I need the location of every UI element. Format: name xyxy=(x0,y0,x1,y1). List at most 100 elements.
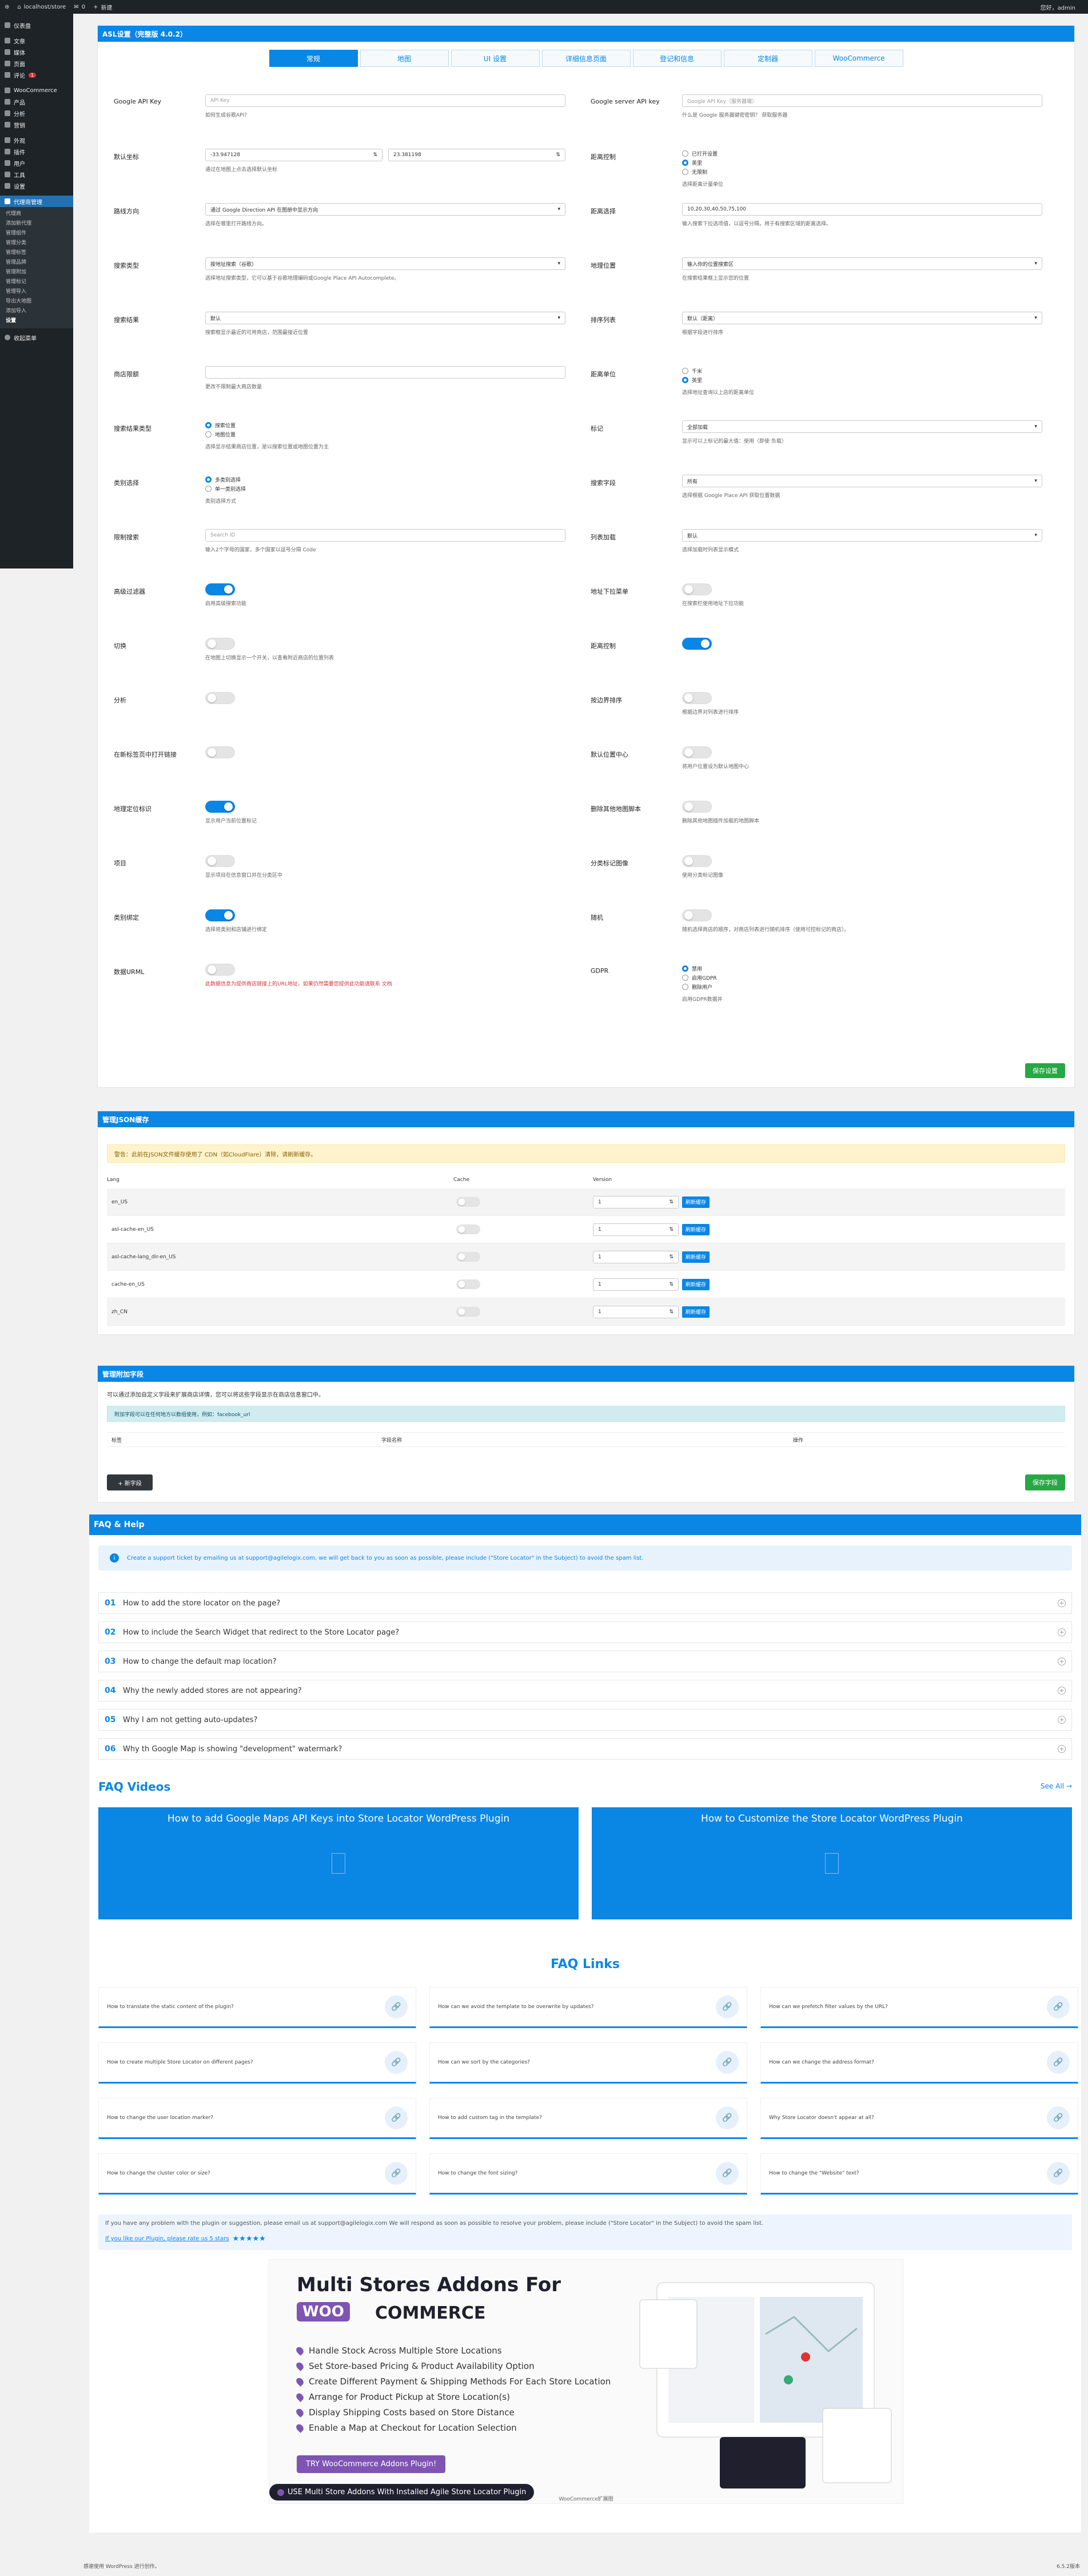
comments-link[interactable]: ✉ 0 xyxy=(74,4,85,10)
text-input[interactable]: Google API Key（服务器端） xyxy=(682,94,1042,107)
refresh-cache-button[interactable]: 刷新缓存 xyxy=(682,1278,710,1290)
submenu-item[interactable]: 管理标签 xyxy=(0,248,73,258)
site-name-link[interactable]: ⌂ localhost/store xyxy=(17,4,66,10)
save-fields-button[interactable]: 保存字段 xyxy=(1025,1474,1065,1490)
version-input[interactable]: 1 ⇅ xyxy=(593,1195,679,1209)
radio-option[interactable]: 已打开设置 xyxy=(682,149,1042,158)
select-dropdown[interactable]: 按地址搜索（谷歌） ▾ xyxy=(205,257,565,270)
faq-link-card[interactable]: How can we change the address format? 🔗 xyxy=(760,2042,1078,2084)
faq-link-card[interactable]: How can we sort by the categories? 🔗 xyxy=(429,2042,747,2084)
faq-link-card[interactable]: How can we avoid the template to be over… xyxy=(429,1987,747,2028)
menu-analytics[interactable]: 分析 xyxy=(0,108,73,119)
submenu-item[interactable]: 添加新代理 xyxy=(0,219,73,229)
rating-stars[interactable]: ★★★★★ xyxy=(233,2235,266,2243)
submenu-item[interactable]: 管理组件 xyxy=(0,229,73,238)
select-dropdown[interactable]: 输入你的位置搜索区 ▾ xyxy=(682,257,1042,270)
account-menu[interactable]: 您好，admin xyxy=(1041,3,1075,11)
submenu-item[interactable]: 代理商 xyxy=(0,209,73,219)
toggle-switch[interactable] xyxy=(205,855,235,867)
faq-link-card[interactable]: How to change the cluster color or size?… xyxy=(98,2153,416,2195)
radio-option[interactable]: 千米 xyxy=(682,366,1042,375)
menu-plugins[interactable]: 插件 xyxy=(0,146,73,157)
menu-pages[interactable]: 页面 xyxy=(0,58,73,69)
faq-link-card[interactable]: How to change the font sizing? 🔗 xyxy=(429,2153,747,2195)
collapse-menu-button[interactable]: 收起菜单 xyxy=(0,332,73,343)
faq-item[interactable]: 05 Why I am not getting auto-updates? + xyxy=(98,1709,1072,1731)
radio-button[interactable] xyxy=(682,150,688,157)
toggle-switch[interactable] xyxy=(682,746,712,758)
radio-button[interactable] xyxy=(205,476,212,483)
refresh-cache-button[interactable]: 刷新缓存 xyxy=(682,1196,710,1208)
radio-option[interactable]: 启用GDPR xyxy=(682,973,1042,982)
tab-ui[interactable]: UI 设置 xyxy=(451,50,540,67)
new-content-link[interactable]: + 新建 xyxy=(93,3,112,11)
radio-button[interactable] xyxy=(682,367,688,374)
submenu-item[interactable]: 管理导入 xyxy=(0,287,73,297)
cache-toggle[interactable] xyxy=(456,1279,480,1289)
latitude-input[interactable]: -33.947128 ⇅ xyxy=(205,149,382,161)
faq-link-card[interactable]: How to change the "Website" text? 🔗 xyxy=(760,2153,1078,2195)
radio-option[interactable]: 单一类别选择 xyxy=(205,484,565,493)
rate-plugin-link[interactable]: If you like our Plugin, please rate us 5… xyxy=(105,2236,229,2242)
select-dropdown[interactable]: 通过 Google Direction API 在图册中显示方向 ▾ xyxy=(205,203,565,216)
radio-button[interactable] xyxy=(682,974,688,981)
toggle-switch[interactable] xyxy=(205,583,235,595)
see-all-link[interactable]: See All → xyxy=(1041,1782,1072,1790)
cache-toggle[interactable] xyxy=(456,1197,480,1207)
faq-link-card[interactable]: How to add custom tag in the template? 🔗 xyxy=(429,2098,747,2139)
radio-option[interactable]: 删除用户 xyxy=(682,982,1042,991)
toggle-switch[interactable] xyxy=(682,855,712,867)
text-input[interactable]: 10,20,30,40,50,75,100 xyxy=(682,203,1042,216)
menu-posts[interactable]: 文章 xyxy=(0,35,73,46)
radio-button[interactable] xyxy=(205,431,212,438)
longitude-input[interactable]: 23.381198 ⇅ xyxy=(388,149,565,161)
refresh-cache-button[interactable]: 刷新缓存 xyxy=(682,1251,710,1263)
radio-button[interactable] xyxy=(205,422,212,428)
menu-products[interactable]: 产品 xyxy=(0,96,73,108)
menu-store-locator[interactable]: 代理商管理 xyxy=(0,196,73,207)
faq-item[interactable]: 04 Why the newly added stores are not app… xyxy=(98,1680,1072,1702)
radio-option[interactable]: 英里 xyxy=(682,158,1042,167)
cache-toggle[interactable] xyxy=(456,1307,480,1317)
menu-appearance[interactable]: 外观 xyxy=(0,134,73,146)
toggle-switch[interactable] xyxy=(682,638,712,650)
select-dropdown[interactable]: 所有 ▾ xyxy=(682,475,1042,487)
refresh-cache-button[interactable]: 刷新缓存 xyxy=(682,1223,710,1235)
faq-link-card[interactable]: How to translate the static content of t… xyxy=(98,1987,416,2028)
toggle-switch[interactable] xyxy=(205,909,235,921)
version-input[interactable]: 1 ⇅ xyxy=(593,1223,679,1236)
save-settings-button[interactable]: 保存设置 xyxy=(1025,1063,1065,1078)
tab-detail-page[interactable]: 详细信息页面 xyxy=(541,50,631,67)
menu-marketing[interactable]: 营销 xyxy=(0,119,73,130)
faq-item[interactable]: 01 How to add the store locator on the pa… xyxy=(98,1592,1072,1614)
radio-button[interactable] xyxy=(682,983,688,990)
radio-button[interactable] xyxy=(682,376,688,383)
cache-toggle[interactable] xyxy=(456,1225,480,1234)
radio-button[interactable] xyxy=(682,965,688,972)
submenu-item[interactable]: 管理分类 xyxy=(0,238,73,248)
tab-general[interactable]: 常规 xyxy=(269,50,358,67)
select-dropdown[interactable]: 默认（距离） ▾ xyxy=(682,312,1042,324)
radio-button[interactable] xyxy=(205,485,212,492)
radio-option[interactable]: 地图位置 xyxy=(205,430,565,439)
radio-button[interactable] xyxy=(682,168,688,175)
toggle-switch[interactable] xyxy=(205,801,235,813)
faq-link-card[interactable]: How can we prefetch filter values by the… xyxy=(760,1987,1078,2028)
faq-item[interactable]: 06 Why th Google Map is showing "developm… xyxy=(98,1738,1072,1760)
faq-link-card[interactable]: How to create multiple Store Locator on … xyxy=(98,2042,416,2084)
menu-tools[interactable]: 工具 xyxy=(0,169,73,180)
text-input[interactable]: Search ID xyxy=(205,529,565,542)
radio-option[interactable]: 搜索位置 xyxy=(205,420,565,430)
menu-dashboard[interactable]: 仪表盘 xyxy=(0,19,73,31)
version-input[interactable]: 1 ⇅ xyxy=(593,1250,679,1263)
tab-woocommerce[interactable]: WooCommerce xyxy=(814,50,903,67)
toggle-switch[interactable] xyxy=(682,692,712,704)
submenu-item[interactable]: 导出大地图 xyxy=(0,297,73,307)
video-card[interactable]: How to Customize the Store Locator WordP… xyxy=(592,1807,1072,1919)
try-addons-button[interactable]: TRY WooCommerce Addons Plugin! xyxy=(297,2455,446,2473)
radio-option[interactable]: 禁用 xyxy=(682,964,1042,973)
select-dropdown[interactable]: 默认 ▾ xyxy=(205,312,565,324)
tab-customizer[interactable]: 定制器 xyxy=(723,50,812,67)
toggle-switch[interactable] xyxy=(205,638,235,650)
menu-comments[interactable]: 评论 1 xyxy=(0,69,73,81)
